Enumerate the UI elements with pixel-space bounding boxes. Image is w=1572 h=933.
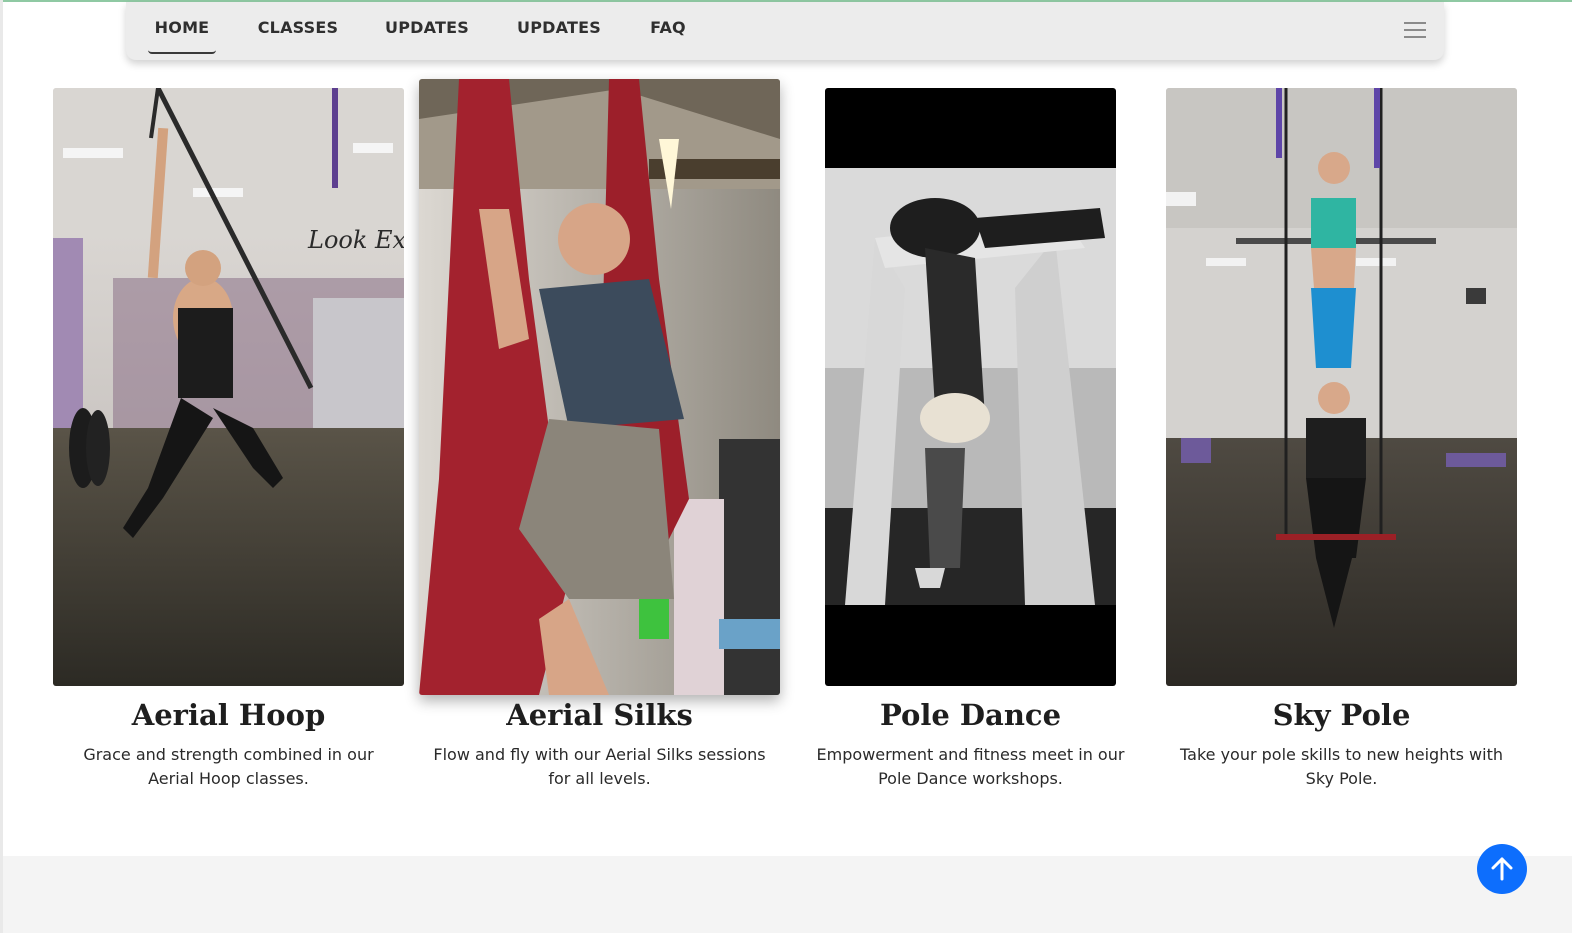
card-text-pole-dance: Empowerment and fitness meet in our Pole… <box>816 745 1125 788</box>
card-text-aerial-hoop: Grace and strength combined in our Aeria… <box>83 745 374 788</box>
nav-faq[interactable]: FAQ <box>646 18 690 52</box>
card-title-pole-dance: Pole Dance <box>879 698 1062 732</box>
hamburger-menu-icon[interactable] <box>1404 22 1426 40</box>
card-title-sky-pole: Sky Pole <box>1272 698 1411 732</box>
nav-updates-2[interactable]: UPDATES <box>514 18 604 52</box>
nav-classes[interactable]: CLASSES <box>256 18 340 52</box>
aerial-hoop-photo: Look Extr <box>53 88 404 686</box>
svg-text:Look Extr: Look Extr <box>307 226 404 254</box>
pole-dance-photo <box>825 88 1116 686</box>
sky-pole-photo <box>1166 88 1517 686</box>
arrow-up-icon <box>1491 857 1513 881</box>
left-edge <box>0 0 3 933</box>
aerial-silks-photo <box>419 79 780 695</box>
nav-updates[interactable]: UPDATES <box>382 18 472 52</box>
card-text-sky-pole: Take your pole skills to new heights wit… <box>1180 745 1503 788</box>
nav-home[interactable]: HOME <box>148 18 216 54</box>
scroll-top-button[interactable] <box>1477 844 1527 894</box>
card-title-aerial-silks: Aerial Silks <box>506 698 693 732</box>
card-text-aerial-silks: Flow and fly with our Aerial Silks sessi… <box>433 745 766 788</box>
card-title-aerial-hoop: Aerial Hoop <box>131 698 326 732</box>
navbar: HOME CLASSES UPDATES UPDATES FAQ <box>126 2 1444 60</box>
footer-band <box>3 856 1572 933</box>
